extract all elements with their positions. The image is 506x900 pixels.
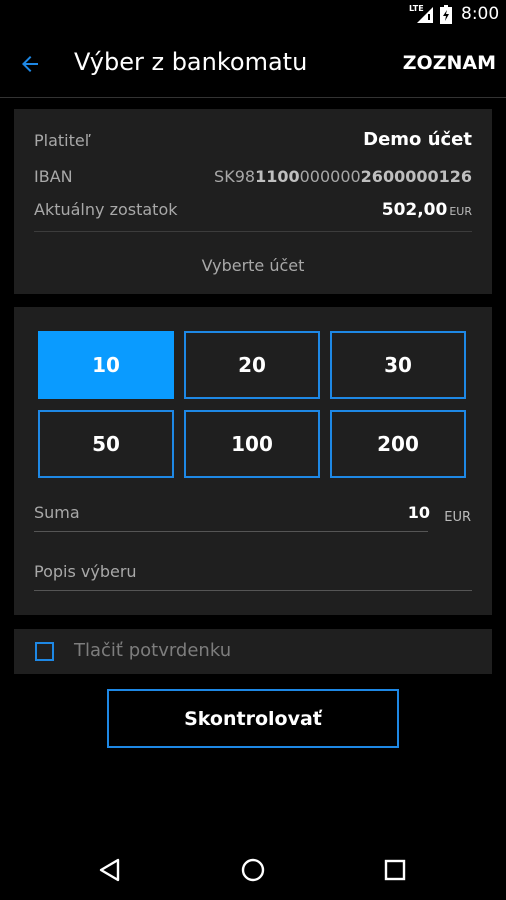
description-input[interactable]: Popis výberu <box>34 562 137 581</box>
description-underline <box>34 590 472 591</box>
list-button[interactable]: ZOZNAM <box>403 52 496 74</box>
amount-option-20[interactable]: 20 <box>184 331 320 399</box>
balance-label: Aktuálny zostatok <box>34 200 178 219</box>
sum-underline <box>34 531 428 532</box>
receipt-checkbox[interactable] <box>35 642 54 661</box>
clock: 8:00 <box>461 4 500 24</box>
status-bar: LTE 8:00 <box>0 0 506 28</box>
app-bar: Výber z bankomatu ZOZNAM <box>0 28 506 98</box>
amount-option-30[interactable]: 30 <box>330 331 466 399</box>
iban-row: IBAN SK9811000000002600000126 <box>34 167 472 186</box>
nav-bar <box>0 830 506 900</box>
receipt-label: Tlačiť potvrdenku <box>74 640 232 661</box>
nav-home-icon[interactable] <box>240 857 266 883</box>
balance-row: Aktuálny zostatok 502,00 EUR <box>34 200 472 220</box>
balance-value: 502,00 EUR <box>381 200 472 220</box>
iban-value: SK9811000000002600000126 <box>214 167 472 186</box>
back-arrow-icon[interactable] <box>18 52 42 76</box>
amount-option-200[interactable]: 200 <box>330 410 466 478</box>
iban-label: IBAN <box>34 167 73 186</box>
sum-currency: EUR <box>444 510 471 525</box>
amount-option-100[interactable]: 100 <box>184 410 320 478</box>
payer-label: Platiteľ <box>34 131 91 150</box>
receipt-row[interactable]: Tlačiť potvrdenku <box>14 629 492 674</box>
amount-option-10[interactable]: 10 <box>38 331 174 399</box>
page-title: Výber z bankomatu <box>74 48 308 76</box>
signal-icon <box>417 7 433 23</box>
select-account-button[interactable]: Vyberte účet <box>14 256 492 275</box>
sum-input[interactable]: 10 <box>408 503 430 522</box>
payer-value: Demo účet <box>363 129 472 150</box>
nav-back-icon[interactable] <box>98 858 122 882</box>
payer-row: Platiteľ Demo účet <box>34 129 472 150</box>
divider <box>34 231 472 232</box>
check-button[interactable]: Skontrolovať <box>107 689 399 748</box>
battery-icon <box>440 5 452 24</box>
amount-option-50[interactable]: 50 <box>38 410 174 478</box>
amount-card: 10 20 30 50 100 200 Suma 10 EUR Popis vý… <box>14 307 492 615</box>
sum-label: Suma <box>34 503 80 522</box>
nav-recent-icon[interactable] <box>384 859 406 881</box>
account-card: Platiteľ Demo účet IBAN SK98110000000026… <box>14 109 492 294</box>
